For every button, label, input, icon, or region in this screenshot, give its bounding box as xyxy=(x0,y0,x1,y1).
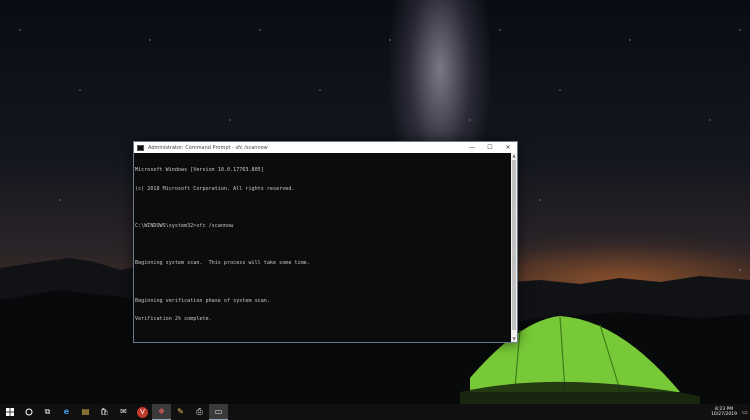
file-explorer-icon[interactable]: ▤ xyxy=(76,404,95,420)
task-view-icon[interactable]: ⧉ xyxy=(38,404,57,420)
vertical-scrollbar[interactable]: ▲ ▼ xyxy=(511,153,517,342)
console-line: (c) 2018 Microsoft Corporation. All righ… xyxy=(135,186,295,193)
vivaldi-icon[interactable]: V xyxy=(137,406,148,418)
cortana-circle-icon[interactable] xyxy=(19,404,38,420)
windows-logo-icon[interactable] xyxy=(0,404,19,420)
console-output[interactable]: Microsoft Windows [Version 10.0.17763.80… xyxy=(134,153,511,342)
console-line: Verification 2% complete. xyxy=(135,316,212,323)
window-title: Administrator: Command Prompt - sfc /sca… xyxy=(148,144,268,151)
photos-icon[interactable]: ❖ xyxy=(152,404,171,420)
scroll-up-icon[interactable]: ▲ xyxy=(511,153,517,159)
command-prompt-icon[interactable]: ▭ xyxy=(209,404,228,420)
console-line: C:\WINDOWS\system32>sfc /scannow xyxy=(135,223,234,230)
system-tray: 8:23 PM 10/27/2019 ▭ xyxy=(708,404,750,420)
clock-date: 10/27/2019 xyxy=(711,412,737,417)
mail-icon[interactable]: ✉ xyxy=(114,404,133,420)
taskbar: ⧉ e ▤ 🛍 ✉ V ❖ ✎ ⎙ ▭ 8:23 PM 10/27/2019 ▭ xyxy=(0,404,750,420)
notifications-icon[interactable]: ▭ xyxy=(740,404,750,420)
cmd-app-icon xyxy=(137,144,144,151)
console-line: Microsoft Windows [Version 10.0.17763.80… xyxy=(135,167,264,174)
taskbar-clock[interactable]: 8:23 PM 10/27/2019 xyxy=(708,407,740,417)
close-button[interactable]: ✕ xyxy=(499,142,517,153)
minimize-button[interactable]: — xyxy=(463,142,481,153)
printer-icon[interactable]: ⎙ xyxy=(190,404,209,420)
scroll-down-icon[interactable]: ▼ xyxy=(511,336,517,342)
paint-icon[interactable]: ✎ xyxy=(171,404,190,420)
console-line: Beginning system scan. This process will… xyxy=(135,260,310,267)
scrollbar-thumb[interactable] xyxy=(512,160,516,330)
maximize-button[interactable]: ☐ xyxy=(481,142,499,153)
edge-icon[interactable]: e xyxy=(57,404,76,420)
window-titlebar[interactable]: Administrator: Command Prompt - sfc /sca… xyxy=(134,142,517,153)
console-line: Beginning verification phase of system s… xyxy=(135,297,270,304)
command-prompt-window[interactable]: Administrator: Command Prompt - sfc /sca… xyxy=(133,141,518,343)
store-icon[interactable]: 🛍 xyxy=(95,404,114,420)
